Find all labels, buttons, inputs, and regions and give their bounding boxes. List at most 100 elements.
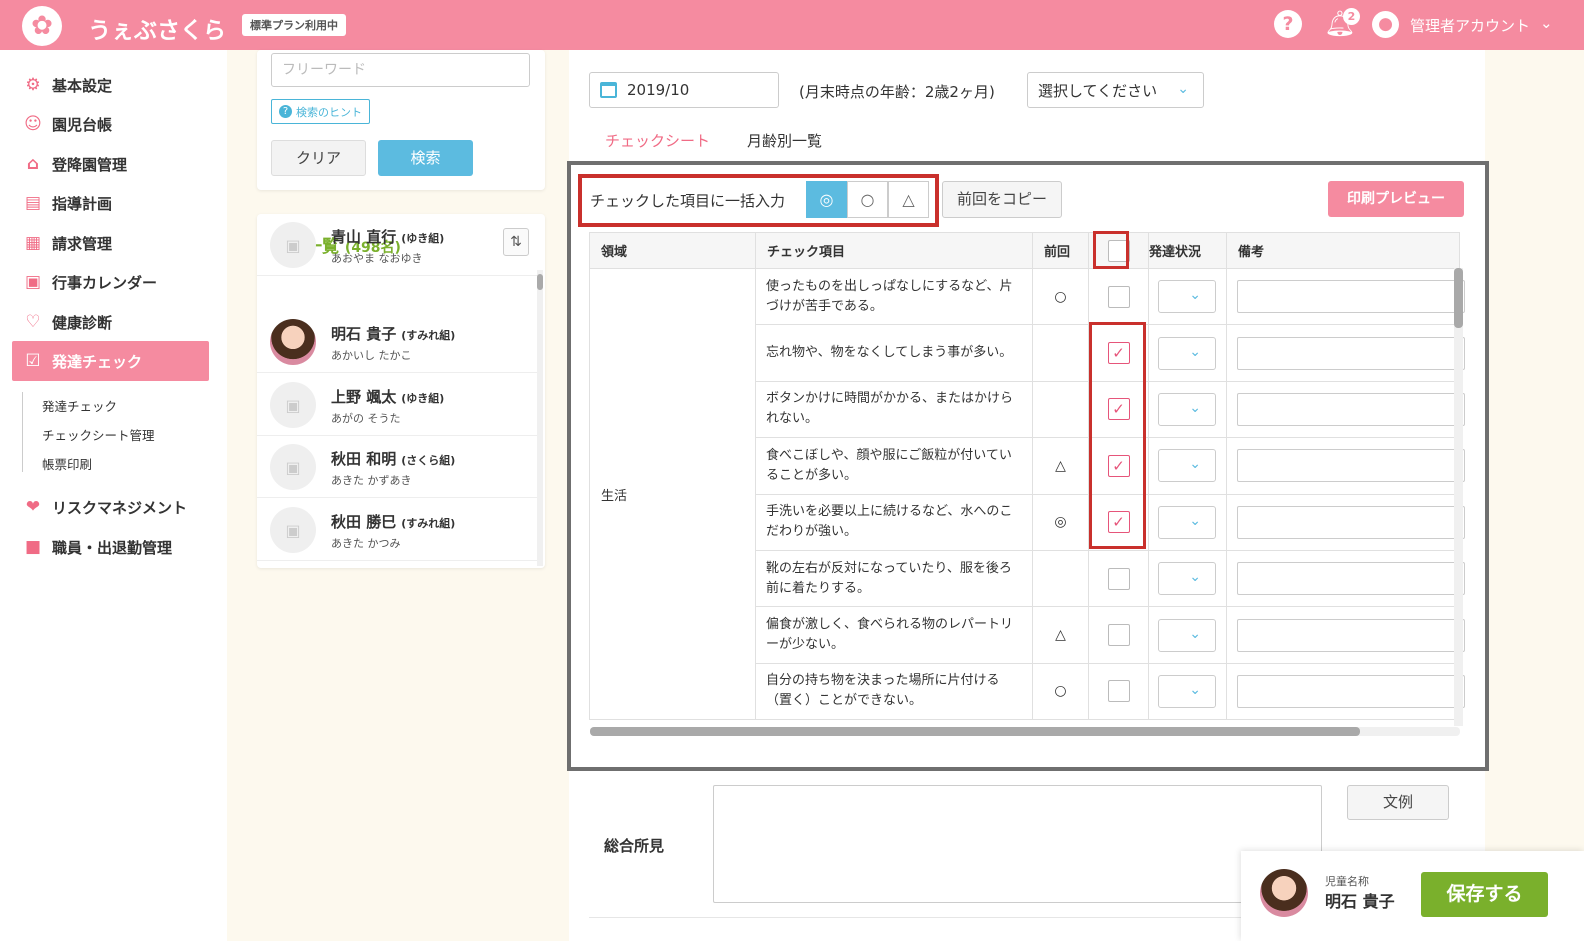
header-check-item: チェック項目 bbox=[755, 232, 1033, 269]
check-item: 忘れ物や、物をなくしてしまう事が多い。 bbox=[755, 324, 1033, 382]
area-cell: 生活 bbox=[589, 267, 756, 720]
list-item[interactable]: ▣ 秋田 勝巳 (すみれ組) あきた かつみ bbox=[257, 499, 537, 561]
child-class: (さくら組) bbox=[401, 454, 456, 467]
month-picker[interactable]: 2019/10 bbox=[589, 72, 779, 108]
save-button[interactable]: 保存する bbox=[1421, 872, 1548, 917]
search-hint-button[interactable]: ? 検索のヒント bbox=[271, 99, 370, 124]
search-input[interactable] bbox=[271, 53, 530, 87]
header-area: 領域 bbox=[589, 232, 756, 269]
table-vertical-scrollbar[interactable] bbox=[1454, 268, 1463, 726]
chevron-down-icon: ⌄ bbox=[1189, 681, 1201, 698]
list-item[interactable]: ▣ 上野 颯太 (ゆき組) あがの そうた bbox=[257, 374, 537, 436]
sidebar-item-risk-management[interactable]: ❤ リスクマネジメント bbox=[12, 487, 209, 527]
checksheet-table: 領域 チェック項目 前回 発達状況 備考 生活 使ったものを出しっぱなしにするな… bbox=[589, 232, 1465, 720]
list-item[interactable]: ▣ 秋田 和明 (さくら組) あきた かずあき bbox=[257, 436, 537, 498]
help-icon[interactable]: ? bbox=[1274, 10, 1302, 38]
table-vertical-scrollbar-thumb[interactable] bbox=[1454, 268, 1463, 328]
select-all-highlight-frame bbox=[1093, 231, 1129, 269]
remarks-input[interactable] bbox=[1237, 674, 1465, 708]
check-item: ボタンかけに時間がかかる、またはかけられない。 bbox=[755, 380, 1033, 439]
status-select[interactable]: ⌄ bbox=[1158, 505, 1216, 539]
avatar bbox=[270, 319, 316, 365]
status-select[interactable]: ⌄ bbox=[1158, 449, 1216, 483]
sidebar-item-label: 指導計画 bbox=[52, 194, 113, 213]
row-checkbox[interactable] bbox=[1107, 624, 1130, 647]
heart-hands-icon: ❤ bbox=[25, 497, 41, 517]
age-note: (月末時点の年齢：2歳2ヶ月) bbox=[799, 83, 995, 101]
sidebar-item-label: 発達チェック bbox=[52, 352, 143, 371]
chevron-down-icon: ⌄ bbox=[1189, 456, 1201, 473]
avatar-placeholder-icon: ▣ bbox=[270, 507, 316, 553]
status-select[interactable]: ⌄ bbox=[1158, 336, 1216, 370]
previous-value: ○ bbox=[1032, 662, 1089, 720]
remarks-input[interactable] bbox=[1237, 449, 1465, 483]
header-remarks: 備考 bbox=[1226, 232, 1460, 269]
sidebar-item-child-register[interactable]: ☺ 園児台帳 bbox=[12, 104, 209, 144]
remarks-input[interactable] bbox=[1237, 562, 1465, 596]
logo-text[interactable]: うぇぶさくら bbox=[88, 11, 226, 45]
sidebar-item-guidance-plan[interactable]: ▤ 指導計画 bbox=[12, 183, 209, 223]
checkbox-cell bbox=[1088, 267, 1149, 326]
status-select[interactable]: ⌄ bbox=[1158, 618, 1216, 652]
tab-by-age[interactable]: 月齢別一覧 bbox=[747, 130, 822, 151]
remarks-input[interactable] bbox=[1237, 618, 1465, 652]
sidebar-item-billing[interactable]: ▦ 請求管理 bbox=[12, 223, 209, 263]
search-button[interactable]: 検索 bbox=[378, 140, 473, 176]
chevron-down-icon[interactable]: ⌄ bbox=[1540, 14, 1553, 32]
logo-icon[interactable]: ✿ bbox=[22, 6, 62, 46]
remarks-input[interactable] bbox=[1237, 336, 1465, 370]
remarks-input[interactable] bbox=[1237, 505, 1465, 539]
row-checkbox[interactable] bbox=[1107, 567, 1130, 590]
row-checkbox[interactable] bbox=[1107, 285, 1130, 308]
avatar-placeholder-icon: ▣ bbox=[270, 222, 316, 268]
user-icon[interactable]: ● bbox=[1372, 11, 1399, 38]
child-kana: あがの そうた bbox=[331, 412, 401, 425]
search-panel: ? 検索のヒント クリア 検索 bbox=[257, 50, 545, 190]
sidebar-item-label: 職員・出退勤管理 bbox=[52, 538, 173, 557]
chevron-down-icon: ⌄ bbox=[1189, 625, 1201, 642]
previous-value: △ bbox=[1032, 606, 1089, 664]
remarks-input[interactable] bbox=[1237, 392, 1465, 426]
submenu-form-print[interactable]: 帳票印刷 bbox=[42, 454, 92, 473]
sidebar-item-health-check[interactable]: ♡ 健康診断 bbox=[12, 302, 209, 342]
list-scrollbar[interactable] bbox=[537, 270, 543, 566]
submenu-divider bbox=[22, 392, 23, 472]
chevron-down-icon: ⌄ bbox=[1189, 287, 1201, 304]
copy-previous-button[interactable]: 前回をコピー bbox=[942, 181, 1062, 218]
calendar-icon: ▣ bbox=[24, 272, 42, 292]
status-select[interactable]: ⌄ bbox=[1158, 674, 1216, 708]
notebook-icon: ▤ bbox=[24, 193, 42, 213]
list-item[interactable]: 明石 貴子 (すみれ組) あかいし たかこ bbox=[257, 311, 537, 373]
child-class: (ゆき組) bbox=[401, 392, 445, 405]
tab-checksheet[interactable]: チェックシート bbox=[605, 130, 710, 151]
example-text-button[interactable]: 文例 bbox=[1347, 785, 1449, 820]
submenu-checksheet-management[interactable]: チェックシート管理 bbox=[42, 425, 155, 444]
sheet-select[interactable]: 選択してください ⌄ bbox=[1027, 72, 1204, 108]
child-list-panel: 園児一覧 (498名) ⇅ ▣ 青山 直行(ゆき組) あおやま なおゆき 明石 … bbox=[257, 214, 545, 568]
list-scrollbar-thumb[interactable] bbox=[537, 274, 543, 290]
sidebar-item-development-check[interactable]: ☑ 発達チェック bbox=[12, 341, 209, 381]
status-select[interactable]: ⌄ bbox=[1158, 280, 1216, 314]
chevron-down-icon: ⌄ bbox=[1189, 399, 1201, 416]
summary-textarea[interactable] bbox=[713, 785, 1322, 903]
print-preview-button[interactable]: 印刷プレビュー bbox=[1328, 181, 1464, 217]
child-name: 青山 直行 (ゆき組) bbox=[331, 226, 444, 247]
list-item[interactable]: ▣ 青山 直行 (ゆき組) あおやま なおゆき bbox=[257, 214, 537, 276]
sidebar-item-label: 健康診断 bbox=[52, 313, 113, 332]
status-select[interactable]: ⌄ bbox=[1158, 392, 1216, 426]
sidebar-item-basic-settings[interactable]: ⚙ 基本設定 bbox=[12, 65, 209, 105]
status-select[interactable]: ⌄ bbox=[1158, 562, 1216, 596]
clear-button[interactable]: クリア bbox=[271, 140, 366, 176]
sidebar-item-staff-attendance[interactable]: ■ 職員・出退勤管理 bbox=[12, 527, 209, 567]
sidebar-item-attendance[interactable]: ⌂ 登降園管理 bbox=[12, 144, 209, 184]
status-cell: ⌄ bbox=[1148, 380, 1227, 439]
submenu-development-check[interactable]: 発達チェック bbox=[42, 396, 117, 415]
checkbox-cell bbox=[1088, 606, 1149, 664]
sidebar-item-event-calendar[interactable]: ▣ 行事カレンダー bbox=[12, 262, 209, 302]
remarks-input[interactable] bbox=[1237, 280, 1465, 314]
chevron-down-icon: ⌄ bbox=[1189, 343, 1201, 360]
row-checkbox[interactable] bbox=[1107, 680, 1130, 703]
account-menu[interactable]: 管理者アカウント bbox=[1410, 15, 1530, 36]
table-horizontal-scrollbar-thumb[interactable] bbox=[590, 727, 1360, 736]
remarks-cell bbox=[1226, 606, 1465, 664]
